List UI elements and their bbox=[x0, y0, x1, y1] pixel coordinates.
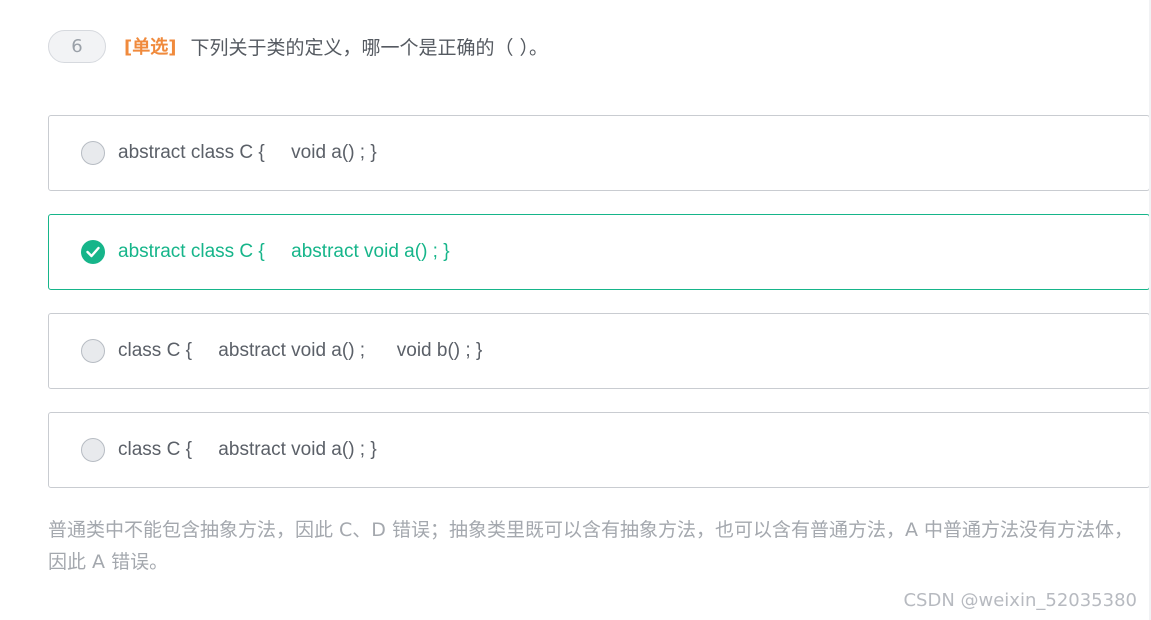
option-b[interactable]: abstract class C { abstract void a() ; } bbox=[48, 214, 1150, 290]
option-c-text: class C { abstract void a() ; void b() ;… bbox=[118, 340, 483, 361]
option-c-radio[interactable] bbox=[81, 339, 105, 363]
option-a-radio[interactable] bbox=[81, 141, 105, 165]
question-type-label: [单选] bbox=[124, 37, 177, 58]
watermark: CSDN @weixin_52035380 bbox=[903, 590, 1137, 611]
question-text: 下列关于类的定义，哪一个是正确的（ ）。 bbox=[190, 36, 548, 59]
option-d-text: class C { abstract void a() ; } bbox=[118, 439, 377, 460]
question-number-badge: 6 bbox=[48, 29, 106, 63]
check-icon bbox=[86, 246, 100, 258]
option-d-radio[interactable] bbox=[81, 438, 105, 462]
option-d[interactable]: class C { abstract void a() ; } bbox=[48, 412, 1150, 488]
answer-explanation: 普通类中不能包含抽象方法，因此 C、D 错误；抽象类里既可以含有抽象方法，也可以… bbox=[48, 519, 1134, 573]
option-b-radio[interactable] bbox=[81, 240, 105, 264]
question-header: 6 [单选] 下列关于类的定义，哪一个是正确的（ ）。 bbox=[48, 29, 548, 63]
option-c[interactable]: class C { abstract void a() ; void b() ;… bbox=[48, 313, 1150, 389]
option-b-text: abstract class C { abstract void a() ; } bbox=[118, 241, 450, 262]
option-a-text: abstract class C { void a() ; } bbox=[118, 142, 377, 163]
option-a[interactable]: abstract class C { void a() ; } bbox=[48, 115, 1150, 191]
